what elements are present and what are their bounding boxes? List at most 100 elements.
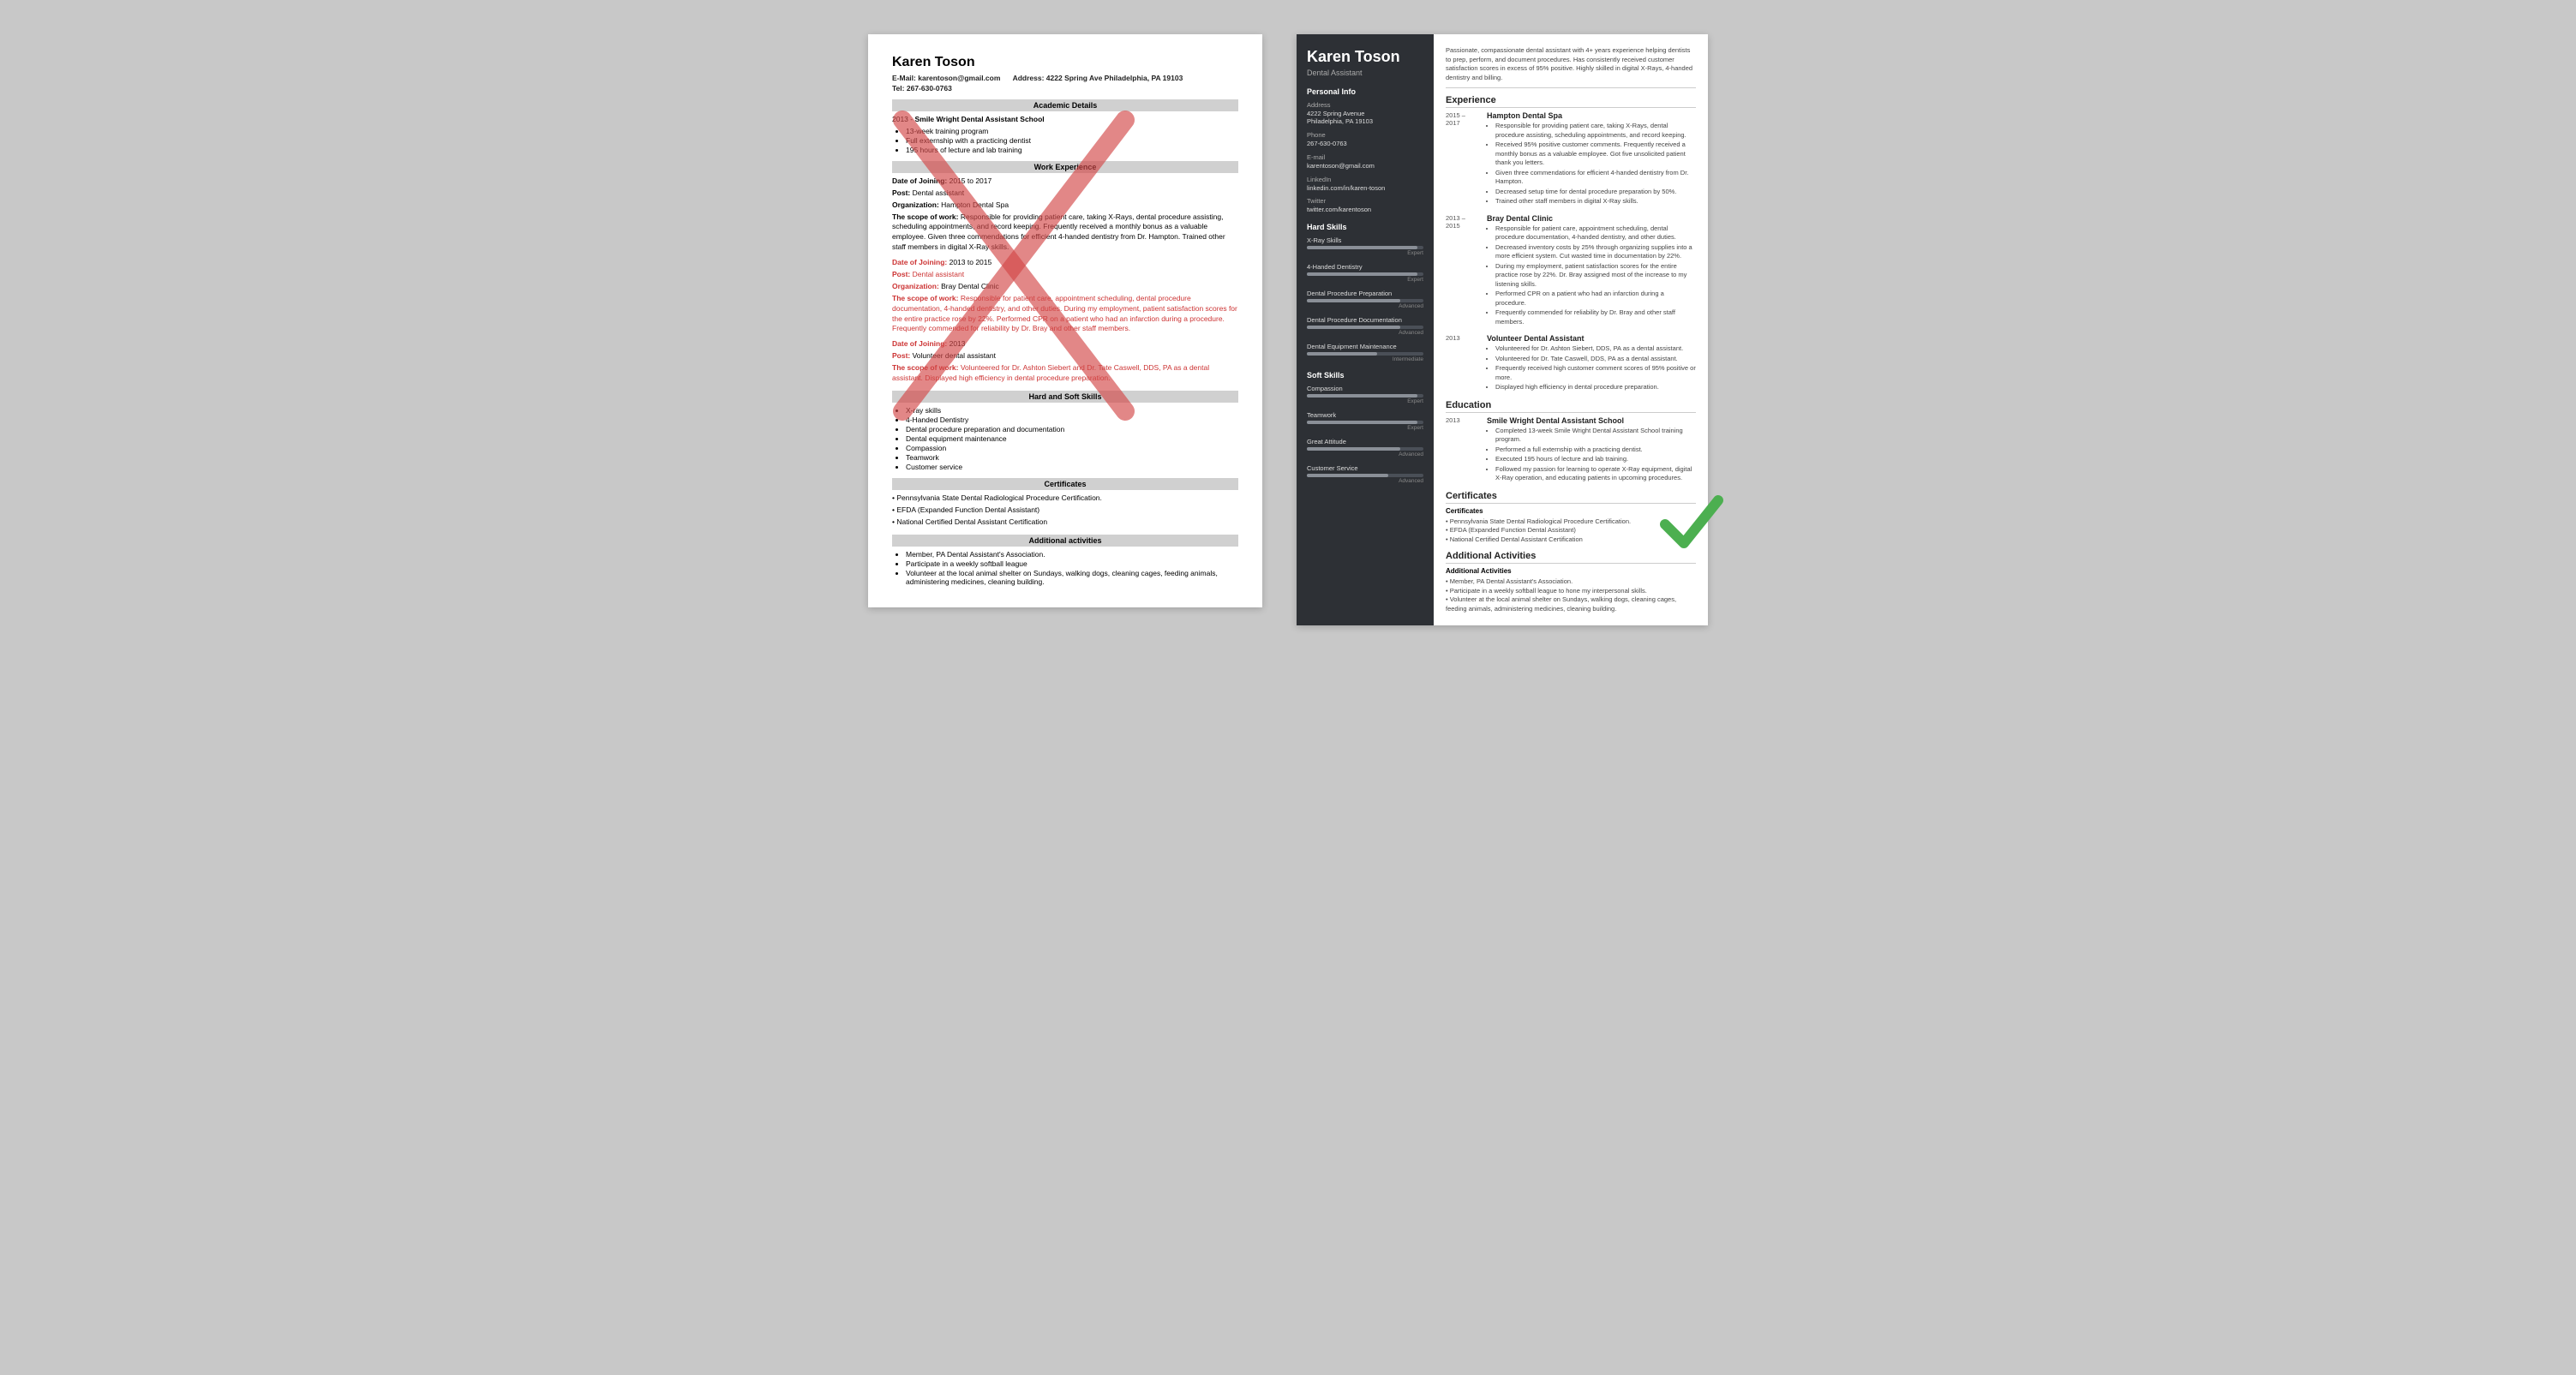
- skill-bar-bg: [1307, 421, 1423, 424]
- experience-title: Experience: [1446, 95, 1696, 108]
- skill-level: Advanced: [1307, 330, 1423, 336]
- skill-level: Intermediate: [1307, 356, 1423, 362]
- list-item: Full externship with a practicing dentis…: [906, 136, 1238, 145]
- certs-subtitle: Certificates: [1446, 507, 1696, 515]
- skill-bar-bg: [1307, 246, 1423, 249]
- certs-list: • Pennsylvania State Dental Radiological…: [1446, 517, 1696, 545]
- list-item: Executed 195 hours of lecture and lab tr…: [1495, 455, 1696, 464]
- exp-bullets: Responsible for providing patient care, …: [1495, 122, 1696, 206]
- exp-bullets: Volunteered for Dr. Ashton Siebert, DDS,…: [1495, 344, 1696, 392]
- activity-item: • Member, PA Dental Assistant's Associat…: [1446, 577, 1696, 587]
- left-name: Karen Toson: [892, 55, 1238, 70]
- skill-level: Advanced: [1307, 451, 1423, 457]
- list-item: Volunteer at the local animal shelter on…: [906, 569, 1238, 586]
- academic-list: 13-week training program Full externship…: [906, 127, 1238, 154]
- sidebar-email: karentoson@gmail.com: [1307, 162, 1423, 170]
- list-item: 4-Handed Dentistry: [906, 415, 1238, 424]
- skill-bar-fill: [1307, 246, 1417, 249]
- skill-item: Great Attitude Advanced: [1307, 438, 1423, 457]
- skill-item: Dental Procedure Documentation Advanced: [1307, 316, 1423, 336]
- personal-info-title: Personal Info: [1307, 87, 1423, 96]
- skill-bar-bg: [1307, 326, 1423, 329]
- list-item: Decreased inventory costs by 25% through…: [1495, 243, 1696, 261]
- exp-content: Volunteer Dental Assistant Volunteered f…: [1487, 334, 1696, 393]
- right-sidebar: Karen Toson Dental Assistant Personal In…: [1297, 34, 1434, 625]
- certs-section-title: Certificates: [892, 478, 1238, 490]
- list-item: X-ray skills: [906, 406, 1238, 415]
- skill-bar-bg: [1307, 272, 1423, 276]
- list-item: Responsible for providing patient care, …: [1495, 122, 1696, 140]
- skill-item: Compassion Expert: [1307, 385, 1423, 404]
- skill-bar-fill: [1307, 299, 1400, 302]
- skill-level: Expert: [1307, 398, 1423, 404]
- list-item: Frequently commended for reliability by …: [1495, 308, 1696, 326]
- sidebar-linkedin: linkedin.com/in/karen-toson: [1307, 184, 1423, 193]
- list-item: Responsible for patient care, appointmen…: [1495, 224, 1696, 242]
- list-item: Teamwork: [906, 453, 1238, 462]
- edu-year: 2013: [1446, 416, 1480, 484]
- linkedin-label: LinkedIn: [1307, 176, 1423, 183]
- exp-company: Volunteer Dental Assistant: [1487, 334, 1696, 343]
- activities-list: Member, PA Dental Assistant's Associatio…: [906, 550, 1238, 586]
- sidebar-twitter: twitter.com/karentoson: [1307, 206, 1423, 214]
- twitter-label: Twitter: [1307, 197, 1423, 205]
- activities-section-title: Additional activities: [892, 535, 1238, 547]
- list-item: Displayed high efficiency in dental proc…: [1495, 383, 1696, 392]
- right-title: Dental Assistant: [1307, 69, 1423, 77]
- skill-bar-bg: [1307, 352, 1423, 356]
- activities-list: • Member, PA Dental Assistant's Associat…: [1446, 577, 1696, 613]
- skill-bar-fill: [1307, 474, 1388, 477]
- skill-name: X-Ray Skills: [1307, 236, 1423, 244]
- skill-bar-bg: [1307, 394, 1423, 398]
- activities-subtitle: Additional Activities: [1446, 567, 1696, 575]
- soft-skills-list: Compassion Expert Teamwork Expert Great …: [1307, 385, 1423, 484]
- exp-content: Bray Dental Clinic Responsible for patie…: [1487, 214, 1696, 328]
- exp-company: Bray Dental Clinic: [1487, 214, 1696, 223]
- sidebar-address: 4222 Spring AvenuePhiladelphia, PA 19103: [1307, 110, 1423, 127]
- list-item: Given three commendations for efficient …: [1495, 169, 1696, 187]
- skill-bar-fill: [1307, 352, 1377, 356]
- skill-level: Expert: [1307, 250, 1423, 256]
- right-main: Passionate, compassionate dental assista…: [1434, 34, 1708, 625]
- cert-item: • EFDA (Expanded Function Dental Assista…: [892, 505, 1238, 516]
- skill-bar-fill: [1307, 421, 1417, 424]
- skill-name: 4-Handed Dentistry: [1307, 263, 1423, 271]
- work-section-title: Work Experience: [892, 161, 1238, 173]
- list-item: 195 hours of lecture and lab training: [906, 146, 1238, 154]
- cert-item: • Pennsylvania State Dental Radiological…: [1446, 517, 1696, 527]
- list-item: Dental equipment maintenance: [906, 434, 1238, 443]
- cert-item: • National Certified Dental Assistant Ce…: [1446, 535, 1696, 545]
- skill-item: Dental Procedure Preparation Advanced: [1307, 290, 1423, 309]
- left-email-line: E-Mail: karentoson@gmail.com Address: 42…: [892, 74, 1238, 82]
- left-resume: Karen Toson E-Mail: karentoson@gmail.com…: [868, 34, 1262, 607]
- skill-name: Dental Equipment Maintenance: [1307, 343, 1423, 350]
- list-item: 13-week training program: [906, 127, 1238, 135]
- skill-item: 4-Handed Dentistry Expert: [1307, 263, 1423, 283]
- edu-bullets: Completed 13-week Smile Wright Dental As…: [1495, 427, 1696, 483]
- experience-item: 2013 Volunteer Dental Assistant Voluntee…: [1446, 334, 1696, 393]
- exp-bullets: Responsible for patient care, appointmen…: [1495, 224, 1696, 327]
- exp-company: Hampton Dental Spa: [1487, 111, 1696, 120]
- edu-content: Smile Wright Dental Assistant School Com…: [1487, 416, 1696, 484]
- skill-bar-fill: [1307, 447, 1400, 451]
- education-list: 2013 Smile Wright Dental Assistant Schoo…: [1446, 416, 1696, 484]
- job-block-1: Date of Joining: 2013 to 2015 Post: Dent…: [892, 258, 1238, 334]
- list-item: Frequently received high customer commen…: [1495, 364, 1696, 382]
- experience-list: 2015 –2017 Hampton Dental Spa Responsibl…: [1446, 111, 1696, 393]
- activity-item: • Volunteer at the local animal shelter …: [1446, 595, 1696, 613]
- skill-bar-bg: [1307, 474, 1423, 477]
- experience-item: 2015 –2017 Hampton Dental Spa Responsibl…: [1446, 111, 1696, 207]
- skill-name: Dental Procedure Documentation: [1307, 316, 1423, 324]
- list-item: Performed CPR on a patient who had an in…: [1495, 290, 1696, 308]
- skill-level: Advanced: [1307, 478, 1423, 484]
- phone-label: Phone: [1307, 131, 1423, 139]
- edu-school: Smile Wright Dental Assistant School: [1487, 416, 1696, 425]
- skills-section-title: Hard and Soft Skills: [892, 391, 1238, 403]
- job-block-0: Date of Joining: 2015 to 2017 Post: Dent…: [892, 176, 1238, 253]
- list-item: Participate in a weekly softball league: [906, 559, 1238, 568]
- skills-list: X-ray skills 4-Handed Dentistry Dental p…: [906, 406, 1238, 471]
- academic-year-school: 2013 - Smile Wright Dental Assistant Sch…: [892, 115, 1238, 125]
- education-title: Education: [1446, 400, 1696, 413]
- list-item: Customer service: [906, 463, 1238, 471]
- skill-item: Customer Service Advanced: [1307, 464, 1423, 484]
